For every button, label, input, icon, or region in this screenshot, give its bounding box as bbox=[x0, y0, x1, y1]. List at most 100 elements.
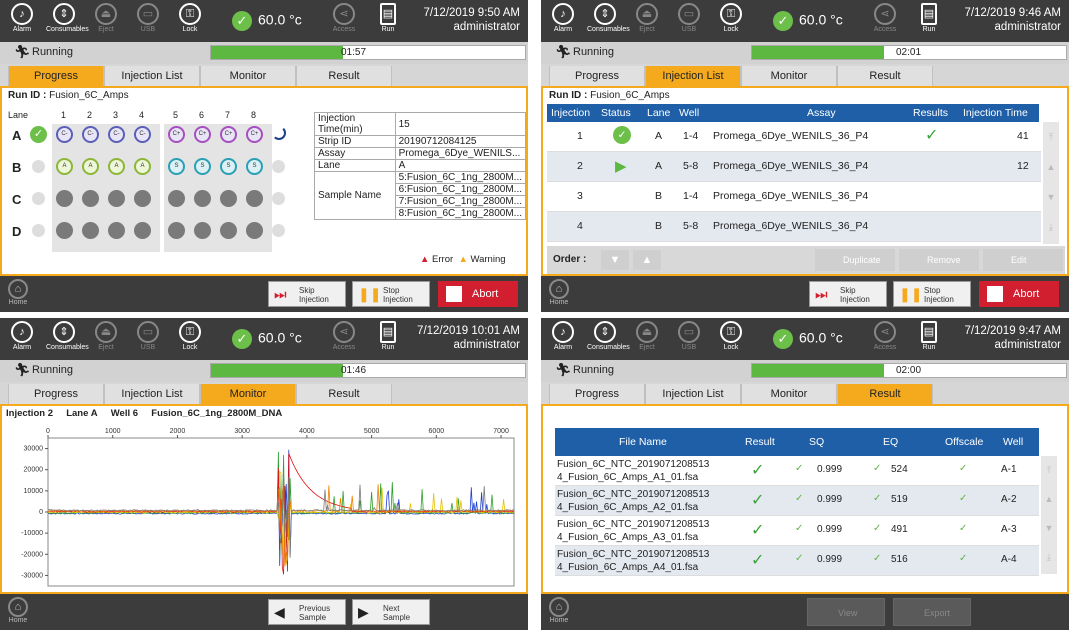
well[interactable] bbox=[220, 190, 237, 207]
well[interactable]: C+ bbox=[246, 126, 263, 143]
table-row[interactable]: 3 B 1-4 Promega_6Dye_WENILS_36_P4 bbox=[547, 182, 1041, 212]
eject-button[interactable]: ⏏ Eject bbox=[88, 3, 124, 33]
consumables-button[interactable]: ⇕ Consumables bbox=[587, 3, 630, 33]
tab-progress[interactable]: Progress bbox=[8, 384, 104, 404]
scroll-top-icon[interactable]: ⤒ bbox=[1043, 122, 1059, 152]
home-button[interactable]: ⌂ Home bbox=[549, 279, 569, 306]
well[interactable]: C+ bbox=[194, 126, 211, 143]
lock-button[interactable]: ⚿ Lock bbox=[713, 321, 749, 351]
eject-button[interactable]: ⏏ Eject bbox=[88, 321, 124, 351]
skip-injection-button[interactable]: ⏭ Skip Injection bbox=[268, 281, 346, 307]
well[interactable]: S bbox=[168, 158, 185, 175]
run-button[interactable]: ▤ Run bbox=[911, 3, 947, 33]
home-button[interactable]: ⌂ Home bbox=[549, 597, 569, 624]
table-row[interactable]: Fusion_6C_NTC_2019071208513 4_Fusion_6C_… bbox=[555, 516, 1039, 546]
consumables-button[interactable]: ⇕ Consumables bbox=[46, 3, 89, 33]
table-row[interactable]: Fusion_6C_NTC_2019071208513 4_Fusion_6C_… bbox=[555, 486, 1039, 516]
tab-progress[interactable]: Progress bbox=[8, 66, 104, 86]
usb-button[interactable]: ▭ USB bbox=[130, 3, 166, 33]
remove-button[interactable]: Remove bbox=[899, 249, 979, 271]
abort-button[interactable]: Abort bbox=[979, 281, 1059, 307]
run-button[interactable]: ▤ Run bbox=[370, 3, 406, 33]
tab-monitor[interactable]: Monitor bbox=[200, 384, 296, 404]
alarm-button[interactable]: ♪ Alarm bbox=[545, 3, 581, 33]
access-button[interactable]: ⋖ Access bbox=[326, 3, 362, 33]
alarm-button[interactable]: ♪ Alarm bbox=[545, 321, 581, 351]
well[interactable] bbox=[56, 222, 73, 239]
table-row[interactable]: 2 ▶ A 5-8 Promega_6Dye_WENILS_36_P4 12 bbox=[547, 152, 1041, 182]
next-sample-button[interactable]: ▶ Next Sample bbox=[352, 599, 430, 625]
access-button[interactable]: ⋖ Access bbox=[867, 321, 903, 351]
abort-button[interactable]: Abort bbox=[438, 281, 518, 307]
lock-button[interactable]: ⚿ Lock bbox=[713, 3, 749, 33]
tab-progress[interactable]: Progress bbox=[549, 384, 645, 404]
skip-injection-button[interactable]: ⏭ Skip Injection bbox=[809, 281, 887, 307]
previous-sample-button[interactable]: ◀ Previous Sample bbox=[268, 599, 346, 625]
scroll-down-icon[interactable]: ▼ bbox=[1041, 514, 1057, 543]
usb-button[interactable]: ▭ USB bbox=[130, 321, 166, 351]
run-button[interactable]: ▤ Run bbox=[370, 321, 406, 351]
well[interactable] bbox=[246, 190, 263, 207]
well[interactable]: A bbox=[134, 158, 151, 175]
well[interactable]: C+ bbox=[220, 126, 237, 143]
well[interactable]: C- bbox=[56, 126, 73, 143]
well[interactable]: A bbox=[56, 158, 73, 175]
tab-progress[interactable]: Progress bbox=[549, 66, 645, 86]
consumables-button[interactable]: ⇕ Consumables bbox=[587, 321, 630, 351]
well[interactable]: S bbox=[194, 158, 211, 175]
tab-result[interactable]: Result bbox=[837, 66, 933, 86]
scroll-bottom-icon[interactable]: ⤓ bbox=[1043, 212, 1059, 242]
move-down-button[interactable]: ▼ bbox=[601, 250, 629, 270]
stop-injection-button[interactable]: ❚❚ Stop Injection bbox=[893, 281, 971, 307]
eject-button[interactable]: ⏏ Eject bbox=[629, 3, 665, 33]
well[interactable] bbox=[168, 222, 185, 239]
lock-button[interactable]: ⚿ Lock bbox=[172, 321, 208, 351]
tab-injection-list[interactable]: Injection List bbox=[645, 66, 741, 86]
access-button[interactable]: ⋖ Access bbox=[867, 3, 903, 33]
scroll-down-icon[interactable]: ▼ bbox=[1043, 182, 1059, 212]
well[interactable] bbox=[108, 222, 125, 239]
well[interactable] bbox=[134, 222, 151, 239]
tab-result[interactable]: Result bbox=[296, 66, 392, 86]
consumables-button[interactable]: ⇕ Consumables bbox=[46, 321, 89, 351]
usb-button[interactable]: ▭ USB bbox=[671, 321, 707, 351]
tab-monitor[interactable]: Monitor bbox=[741, 66, 837, 86]
tab-result[interactable]: Result bbox=[837, 384, 933, 404]
scrollbar[interactable]: ⤒ ▲ ▼ ⤓ bbox=[1043, 122, 1059, 244]
duplicate-button[interactable]: Duplicate bbox=[815, 249, 895, 271]
well[interactable]: S bbox=[246, 158, 263, 175]
well[interactable]: C+ bbox=[168, 126, 185, 143]
export-button[interactable]: Export bbox=[893, 598, 971, 626]
table-row[interactable]: Fusion_6C_NTC_2019071208513 4_Fusion_6C_… bbox=[555, 546, 1039, 576]
eject-button[interactable]: ⏏ Eject bbox=[629, 321, 665, 351]
tab-monitor[interactable]: Monitor bbox=[741, 384, 837, 404]
well[interactable] bbox=[194, 190, 211, 207]
well[interactable] bbox=[194, 222, 211, 239]
well[interactable] bbox=[108, 190, 125, 207]
well[interactable]: C- bbox=[82, 126, 99, 143]
home-button[interactable]: ⌂ Home bbox=[8, 597, 28, 624]
scroll-up-icon[interactable]: ▲ bbox=[1041, 485, 1057, 514]
well[interactable] bbox=[82, 222, 99, 239]
well[interactable] bbox=[56, 190, 73, 207]
scroll-top-icon[interactable]: ⤒ bbox=[1041, 456, 1057, 485]
run-button[interactable]: ▤ Run bbox=[911, 321, 947, 351]
scrollbar[interactable]: ⤒ ▲ ▼ ⤓ bbox=[1041, 456, 1057, 574]
tab-monitor[interactable]: Monitor bbox=[200, 66, 296, 86]
home-button[interactable]: ⌂ Home bbox=[8, 279, 28, 306]
well[interactable]: C- bbox=[108, 126, 125, 143]
usb-button[interactable]: ▭ USB bbox=[671, 3, 707, 33]
scroll-bottom-icon[interactable]: ⤓ bbox=[1041, 543, 1057, 572]
alarm-button[interactable]: ♪ Alarm bbox=[4, 321, 40, 351]
stop-injection-button[interactable]: ❚❚ Stop Injection bbox=[352, 281, 430, 307]
alarm-button[interactable]: ♪ Alarm bbox=[4, 3, 40, 33]
scroll-up-icon[interactable]: ▲ bbox=[1043, 152, 1059, 182]
well[interactable] bbox=[134, 190, 151, 207]
well[interactable]: A bbox=[82, 158, 99, 175]
well[interactable]: A bbox=[108, 158, 125, 175]
tab-result[interactable]: Result bbox=[296, 384, 392, 404]
well[interactable] bbox=[168, 190, 185, 207]
well[interactable] bbox=[246, 222, 263, 239]
move-up-button[interactable]: ▲ bbox=[633, 250, 661, 270]
tab-injection-list[interactable]: Injection List bbox=[645, 384, 741, 404]
